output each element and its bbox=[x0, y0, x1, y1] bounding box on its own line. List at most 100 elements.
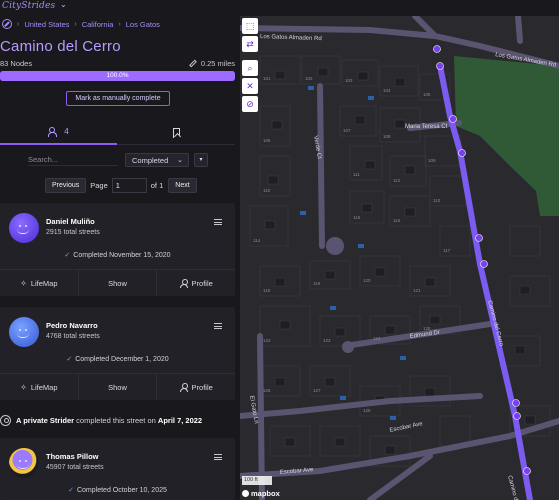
map-style-button[interactable]: ⬚ bbox=[242, 18, 258, 34]
lot-number: 120 bbox=[363, 278, 371, 283]
next-page-button[interactable]: Next bbox=[168, 178, 197, 193]
tab-bar: 4 bbox=[0, 120, 235, 145]
tab-people[interactable]: 4 bbox=[0, 120, 117, 145]
check-icon: ✓ bbox=[68, 487, 74, 494]
user-card: Daniel Muliño 2915 total streets ✓ Comple… bbox=[0, 203, 235, 296]
user-name[interactable]: Pedro Navarro bbox=[46, 321, 98, 330]
pool bbox=[368, 96, 374, 100]
page-total: of 1 bbox=[150, 181, 164, 190]
lot-number: 116 bbox=[393, 218, 401, 223]
card-actions: ✧ LifeMap Show Profile bbox=[0, 269, 235, 296]
road bbox=[515, 16, 523, 44]
status-select-value: Completed bbox=[132, 155, 169, 165]
private-strider-text: completed this street on bbox=[76, 415, 156, 425]
pool bbox=[330, 306, 336, 310]
lot-number: 103 bbox=[345, 78, 353, 83]
more-options-button[interactable]: ▾ bbox=[194, 153, 208, 167]
menu-icon[interactable] bbox=[214, 323, 222, 329]
breadcrumb: › United States › California › Los Gatos bbox=[0, 16, 160, 32]
lot-number: 127 bbox=[313, 388, 321, 393]
profile-button[interactable]: Profile bbox=[157, 270, 235, 296]
profile-button[interactable]: Profile bbox=[157, 374, 235, 400]
hide-layer-button[interactable]: ⊘ bbox=[242, 96, 258, 112]
completion-date: ✓ Completed December 1, 2020 bbox=[0, 355, 235, 363]
lot-number: 125 bbox=[423, 326, 431, 331]
search-input[interactable] bbox=[28, 154, 118, 166]
page-number-input[interactable] bbox=[111, 178, 147, 193]
avatar[interactable] bbox=[9, 448, 39, 478]
mark-complete-button[interactable]: Mark as manually complete bbox=[66, 91, 170, 106]
lot-number: 102 bbox=[305, 76, 313, 81]
lot-number: 112 bbox=[393, 178, 401, 183]
check-icon: ✓ bbox=[66, 356, 73, 363]
breadcrumb-state[interactable]: California bbox=[82, 20, 114, 29]
lifemap-button[interactable]: ✧ LifeMap bbox=[0, 270, 79, 296]
breadcrumb-separator: › bbox=[17, 20, 20, 28]
house bbox=[334, 327, 346, 337]
private-strider-label: A private Strider bbox=[16, 415, 75, 425]
previous-page-button[interactable]: Previous bbox=[45, 178, 87, 193]
avatar[interactable] bbox=[9, 213, 39, 243]
mapbox-logo[interactable]: mapbox bbox=[242, 489, 280, 498]
profile-label: Profile bbox=[191, 382, 213, 392]
house bbox=[274, 377, 286, 387]
lifemap-label: LifeMap bbox=[30, 382, 58, 392]
lot-number: 109 bbox=[428, 158, 436, 163]
avatar[interactable] bbox=[9, 317, 39, 347]
menu-icon[interactable] bbox=[214, 454, 222, 460]
progress-label: 100.0% bbox=[106, 72, 129, 79]
user-circle-icon bbox=[0, 414, 11, 426]
show-label: Show bbox=[108, 382, 127, 392]
user-total-streets: 45907 total streets bbox=[46, 464, 104, 471]
app-logo[interactable]: CityStrides bbox=[2, 0, 55, 12]
map-view[interactable]: Los Gatos Almaden Rd Los Gatos Almaden Rd… bbox=[240, 16, 559, 500]
close-icon[interactable]: ✕ bbox=[242, 78, 258, 94]
node-count: 83 Nodes bbox=[0, 59, 33, 68]
lot-number: 118 bbox=[263, 288, 271, 293]
smile-icon bbox=[17, 329, 29, 338]
user-total-streets: 2915 total streets bbox=[46, 229, 100, 236]
lot-number: 114 bbox=[253, 238, 261, 243]
chevron-down-icon[interactable]: ⌄ bbox=[60, 0, 67, 10]
pool bbox=[340, 396, 346, 400]
smile-icon bbox=[17, 460, 29, 469]
breadcrumb-city[interactable]: Los Gatos bbox=[126, 20, 160, 29]
house bbox=[284, 437, 296, 447]
user-name[interactable]: Thomas Pillow bbox=[46, 452, 99, 461]
swap-icon[interactable]: ⇄ bbox=[242, 36, 258, 52]
user-card: Pedro Navarro 4768 total streets ✓ Comple… bbox=[0, 307, 235, 400]
route-node bbox=[433, 45, 441, 53]
pool bbox=[358, 244, 364, 248]
lot-number: 108 bbox=[383, 134, 391, 139]
house bbox=[384, 445, 396, 455]
pool bbox=[308, 86, 314, 90]
route-node bbox=[449, 115, 457, 123]
house bbox=[514, 345, 526, 355]
user-name[interactable]: Daniel Muliño bbox=[46, 217, 95, 226]
house bbox=[394, 119, 406, 129]
mapbox-icon bbox=[242, 490, 249, 497]
tab-bookmark[interactable] bbox=[118, 120, 235, 145]
breadcrumb-separator: › bbox=[118, 20, 121, 28]
status-select[interactable]: Completed ⌄ bbox=[125, 153, 189, 167]
house bbox=[404, 207, 416, 217]
map-canvas[interactable]: Los Gatos Almaden RdLos Gatos Almaden Rd… bbox=[240, 16, 559, 500]
pool bbox=[400, 356, 406, 360]
pool bbox=[300, 211, 306, 215]
menu-icon[interactable] bbox=[214, 219, 222, 225]
lifemap-button[interactable]: ✧ LifeMap bbox=[0, 374, 79, 400]
route-node bbox=[475, 234, 483, 242]
smile-icon bbox=[17, 225, 29, 234]
lot-number: 110 bbox=[263, 188, 271, 193]
route-node bbox=[523, 467, 531, 475]
completion-text: Completed October 10, 2025 bbox=[76, 487, 167, 494]
zoom-search-button[interactable]: ⌕ bbox=[242, 60, 258, 76]
breadcrumb-country[interactable]: United States bbox=[24, 20, 69, 29]
house bbox=[279, 320, 291, 330]
lot-number: 123 bbox=[323, 338, 331, 343]
card-actions: ✧ LifeMap Show Profile bbox=[0, 373, 235, 400]
show-button[interactable]: Show bbox=[79, 374, 158, 400]
show-button[interactable]: Show bbox=[79, 270, 158, 296]
toolbar-gap bbox=[242, 54, 258, 58]
road bbox=[317, 83, 325, 249]
